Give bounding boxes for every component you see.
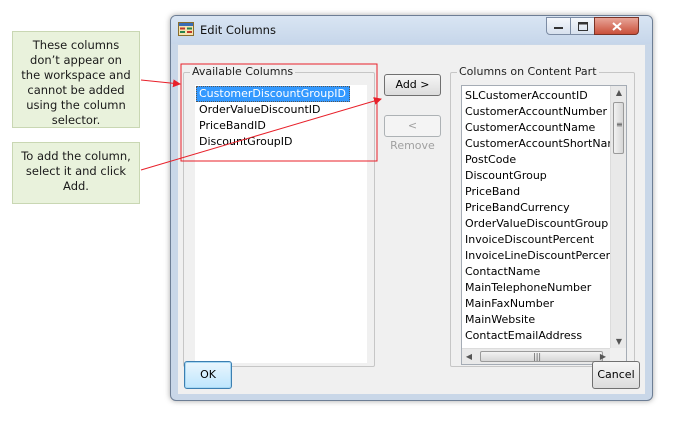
cancel-button[interactable]: Cancel [592, 361, 640, 389]
available-columns-list[interactable]: CustomerDiscountGroupID OrderValueDiscoun… [195, 85, 367, 363]
list-item[interactable]: PriceBand [462, 184, 612, 200]
list-item[interactable]: MainTelephoneNumber [462, 280, 612, 296]
edit-columns-dialog: Edit Columns Available Columns CustomerD… [170, 15, 653, 401]
title-bar[interactable]: Edit Columns [171, 16, 652, 44]
list-item[interactable]: InvoiceLineDiscountPercent [462, 248, 612, 264]
list-item[interactable]: CustomerAccountNumber [462, 104, 612, 120]
list-item[interactable]: DiscountGroup [462, 168, 612, 184]
add-button[interactable]: Add > [384, 74, 441, 96]
list-item[interactable]: MainFaxNumber [462, 296, 612, 312]
available-columns-group: Available Columns CustomerDiscountGroupI… [183, 65, 375, 367]
horizontal-scrollbar[interactable]: ◀ ||| ▶ [462, 348, 610, 364]
callout-unavailable-columns: These columns don’t appear on the worksp… [12, 31, 140, 128]
horizontal-scroll-thumb[interactable]: ||| [480, 351, 603, 362]
list-item[interactable]: MainWebsite [462, 312, 612, 328]
list-item[interactable]: CustomerAccountShortName [462, 136, 612, 152]
list-item[interactable]: ContactName [462, 264, 612, 280]
callout-how-to-add: To add the column, select it and click A… [12, 142, 140, 204]
app-icon [178, 22, 194, 36]
list-item[interactable]: CustomerAccountName [462, 120, 612, 136]
vertical-scrollbar[interactable]: ▲ ≡ ▼ [610, 86, 626, 348]
list-item[interactable]: PriceBandCurrency [462, 200, 612, 216]
grip-icon: ||| [533, 352, 542, 361]
scroll-left-icon[interactable]: ◀ [462, 352, 476, 361]
remove-button[interactable]: < Remove [384, 115, 441, 152]
content-part-group: Columns on Content Part SLCustomerAccoun… [450, 65, 635, 367]
content-part-label: Columns on Content Part [457, 65, 599, 78]
list-item[interactable]: PostCode [462, 152, 612, 168]
maximize-button[interactable] [570, 17, 595, 35]
grip-icon: ≡ [616, 120, 623, 129]
dialog-title: Edit Columns [200, 23, 276, 37]
scroll-down-icon[interactable]: ▼ [611, 337, 626, 346]
vertical-scroll-thumb[interactable]: ≡ [613, 102, 624, 154]
list-item[interactable]: ContactEmailAddress [462, 328, 612, 344]
maximize-icon [577, 21, 588, 31]
close-icon [611, 21, 622, 31]
list-item[interactable]: OrderValueDiscountGroup [462, 216, 612, 232]
list-item[interactable]: SLCustomerAccountID [462, 88, 612, 104]
ok-button[interactable]: OK [184, 361, 232, 389]
scroll-up-icon[interactable]: ▲ [611, 88, 626, 97]
list-item[interactable]: InvoiceDiscountPercent [462, 232, 612, 248]
available-columns-label: Available Columns [190, 65, 296, 78]
list-item[interactable]: DiscountGroupID [196, 134, 366, 150]
list-item[interactable]: OrderValueDiscountID [196, 102, 366, 118]
dialog-body: Available Columns CustomerDiscountGroupI… [178, 45, 645, 394]
content-part-columns-list[interactable]: SLCustomerAccountID CustomerAccountNumber… [461, 85, 627, 365]
list-item[interactable]: PriceBandID [196, 118, 366, 134]
scroll-right-icon[interactable]: ▶ [596, 352, 610, 361]
close-button[interactable] [594, 17, 639, 35]
minimize-button[interactable] [546, 17, 571, 35]
minimize-icon [554, 27, 563, 29]
list-item[interactable]: CustomerDiscountGroupID [196, 86, 350, 102]
